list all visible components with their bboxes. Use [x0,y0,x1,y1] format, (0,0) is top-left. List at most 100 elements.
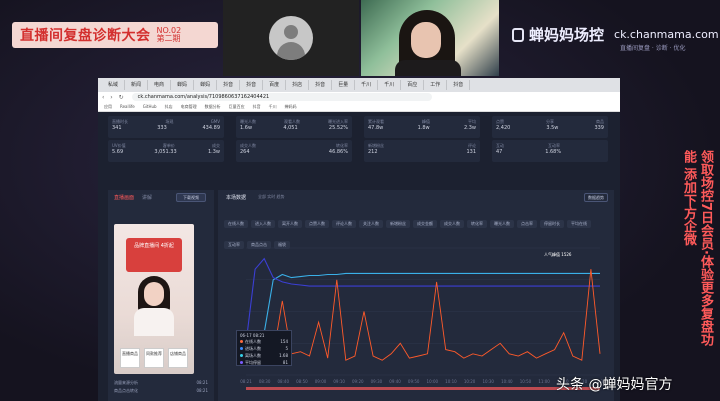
x-tick-label: 08:50 [296,379,308,384]
stat-value: 131 [466,149,476,155]
stat-value: 1.3w [207,149,220,155]
bookmarks-bar: 应用 Reallife GitHub 抖店 电商管理 数据分析 巨量百应 抖音 千川 蝉妈妈 [98,102,620,112]
list-item-name: 商品点击转化 [114,388,138,393]
browser-tab[interactable]: 抖音 [240,80,264,90]
stat-values: 264 46.86% [240,149,348,158]
event-timeline[interactable] [246,387,600,390]
list-item[interactable]: 流量来源分析 08:21 [114,380,208,388]
x-tick-label: 10:30 [482,379,494,384]
stat-value: 25.52% [328,125,348,131]
legend-dot-icon [240,339,243,343]
stat-card: 直播时长 场观 GMV 341 333 434.89 [108,116,224,138]
chart-tabs[interactable]: 全部 实时 趋势 [258,194,285,200]
x-tick-label: 10:00 [427,379,439,384]
metric-chip[interactable]: 点赞人数 [305,220,329,228]
stat-value: 341 [112,125,122,131]
bookmark-item[interactable]: 抖音 [253,104,261,110]
list-item[interactable]: 商品点击转化 08:21 [114,388,208,396]
bookmark-item[interactable]: 千川 [269,104,277,110]
product-card[interactable]: 店铺商品 [168,348,188,368]
browser-tab[interactable]: 蝉妈 [171,80,195,90]
browser-tab[interactable]: 私域 [102,80,126,90]
browser-tab[interactable]: 抖音 [447,80,471,90]
browser-tab[interactable]: 巨量 [332,80,356,90]
x-tick-label: 10:40 [501,379,513,384]
bookmark-item[interactable]: 抖店 [165,104,173,110]
stat-value: 47 [496,149,503,155]
live-video-thumbnail[interactable]: 品牌直播间 4折起 直播商品 同款推荐 店铺商品 [114,224,194,374]
tooltip-row: 在线人数 154 [240,338,288,345]
metric-chip[interactable]: 进入人数 [251,220,275,228]
tab-live-view[interactable]: 直播画面 [114,194,134,201]
browser-tab[interactable]: 千川 [378,80,402,90]
stat-value: 2.3w [463,125,476,131]
stat-value: 333 [157,125,167,131]
chart-tooltip: 06-17 08:21 在线人数 154 进场人数 5 离场人数 1.68 平均停留 81 [236,330,292,366]
browser-tab[interactable]: 抖音 [217,80,241,90]
bookmark-item[interactable]: GitHub [143,104,157,109]
metric-chip[interactable]: 停留时长 [540,220,564,228]
stat-value: 212 [368,149,378,155]
browser-tab[interactable]: 电商 [148,80,172,90]
product-card[interactable]: 直播商品 [120,348,140,368]
stat-card: 成交人数 转化率 264 46.86% [236,140,352,162]
stat-card: 点赞 分享 商品 2,420 3.5w 339 [492,116,608,138]
metric-chip[interactable]: 转化率 [467,220,487,228]
browser-tab[interactable]: 抖店 [286,80,310,90]
stat-values: 2,420 3.5w 339 [496,125,604,134]
x-tick-label: 10:20 [464,379,476,384]
stat-value: 4,051 [283,125,298,131]
series-line [245,269,601,363]
stat-value: 3,051.33 [154,149,177,155]
stat-value: 264 [240,149,250,155]
stats-grid: 直播时长 场观 GMV 341 333 434.89 UV价值 客单价 成交 5.69 3,051.… [108,116,618,166]
x-tick-label: 09:50 [408,379,420,384]
trend-button[interactable]: 数据趋势 [584,193,608,202]
metric-chip[interactable]: 平均在线 [567,220,591,228]
metric-chip[interactable]: 点击率 [517,220,537,228]
bookmark-item[interactable]: 蝉妈妈 [285,104,297,110]
metric-chip[interactable]: 关注人数 [359,220,383,228]
stat-values: 212 131 [368,149,476,158]
stat-card: 新增粉丝 评论 212 131 [364,140,480,162]
browser-tab[interactable]: 百应 [401,80,425,90]
nav-arrows-icon[interactable]: ‹ › ↻ [102,94,126,101]
metric-chip[interactable]: 离开人数 [278,220,302,228]
url-input[interactable]: ck.chanmama.com/analysis/710986063716240… [131,93,432,101]
browser-tab[interactable]: 百度 [263,80,287,90]
metric-chip[interactable]: 新增粉丝 [386,220,410,228]
legend-dot-icon [240,353,243,357]
metric-chip[interactable]: 曝光人数 [490,220,514,228]
browser-tab[interactable]: 工作 [424,80,448,90]
brand-header: 蝉妈妈场控 ck.chanmama.com [512,24,719,45]
stat-value: 47.8w [368,125,384,131]
download-video-button[interactable]: 下载视频 [176,193,206,202]
x-tick-label: 10:10 [445,379,457,384]
stat-value: 5.69 [112,149,124,155]
metric-chip[interactable]: 成交金额 [413,220,437,228]
metric-chip[interactable]: 成交人数 [440,220,464,228]
video-promo-banner: 品牌直播间 4折起 [126,238,182,272]
bookmark-item[interactable]: 巨量百应 [229,104,245,110]
metric-chip[interactable]: 评论人数 [332,220,356,228]
browser-tab[interactable]: 蝉妈 [194,80,218,90]
metric-chip[interactable]: 在线人数 [224,220,248,228]
list-item-name: 流量来源分析 [114,380,138,385]
tooltip-value: 1.68 [279,353,288,358]
tooltip-label: 离场人数 [240,353,261,359]
x-tick-label: 11:00 [538,379,550,384]
bookmark-item[interactable]: Reallife [120,104,135,109]
browser-tab[interactable]: 抖音 [309,80,333,90]
stat-values: 47.8w 1.8w 2.3w [368,125,476,134]
tab-explain[interactable]: 讲解 [142,194,152,201]
trend-line-chart[interactable]: 08:21 08:30 08:40 08:50 09:00 09:10 09:20 09:30… [218,242,614,401]
brand-url: ck.chanmama.com [614,28,719,41]
browser-tab[interactable]: 千川 [355,80,379,90]
stat-values: 1.6w 4,051 25.52% [240,125,348,134]
bookmark-item[interactable]: 应用 [104,104,112,110]
bookmark-item[interactable]: 数据分析 [205,104,221,110]
x-tick-label: 08:21 [240,379,252,384]
product-card[interactable]: 同款推荐 [144,348,164,368]
bookmark-item[interactable]: 电商管理 [181,104,197,110]
browser-tab[interactable]: 新闻 [125,80,149,90]
